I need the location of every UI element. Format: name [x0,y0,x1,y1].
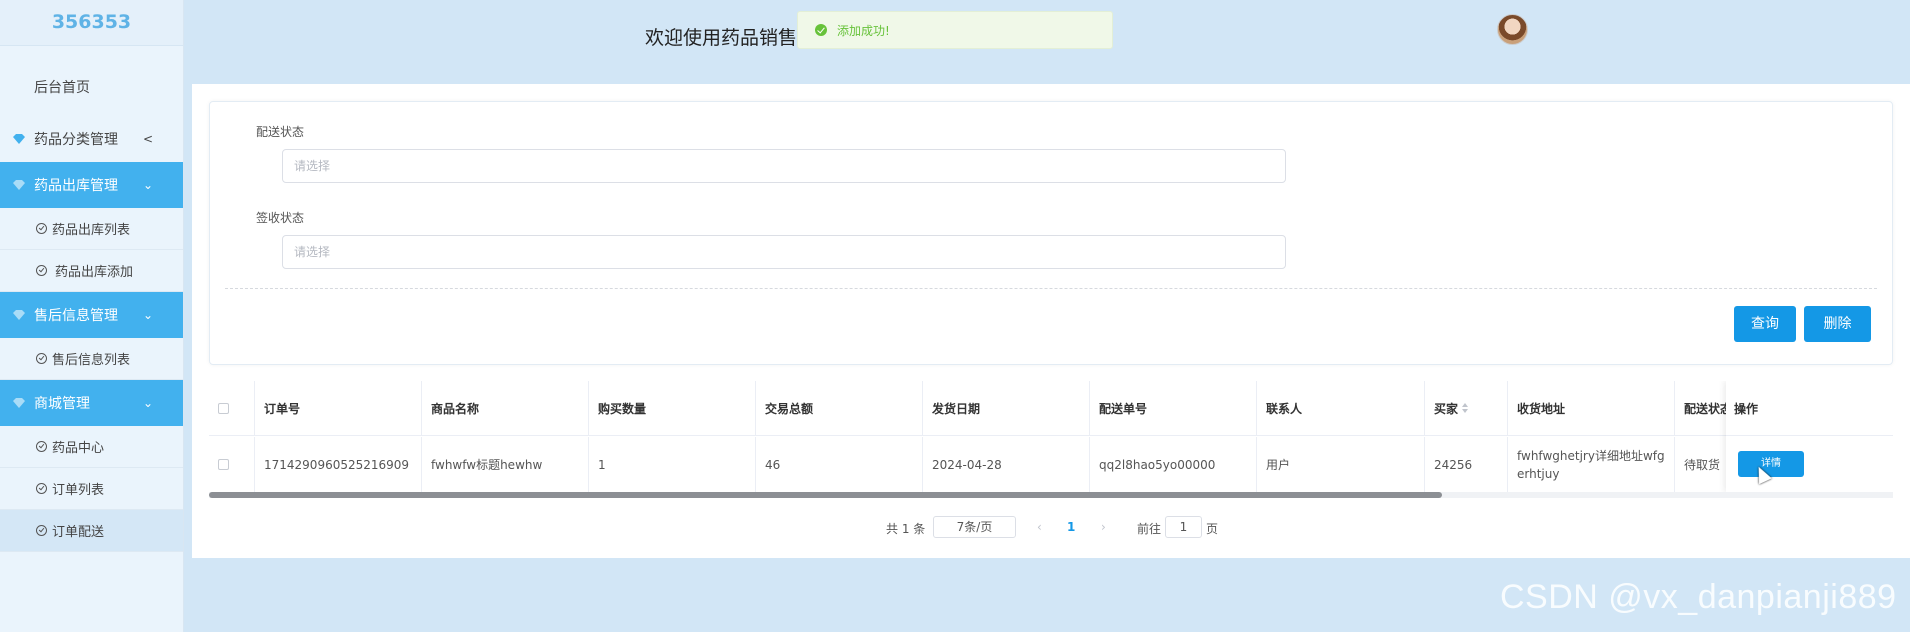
watermark: CSDN @vx_danpianji889 [1500,578,1897,616]
chevron-left-icon: < [142,132,153,146]
scrollbar-thumb[interactable] [209,492,1442,498]
select-all-checkbox[interactable] [218,402,229,414]
diamond-icon [13,180,25,190]
chevron-down-icon: ⌄ [142,178,153,192]
welcome-title: 欢迎使用药品销售 [645,27,798,49]
sidebar-item-label: 订单列表 [52,483,105,498]
chevron-down-icon: ⌄ [142,308,153,322]
sidebar-item-label: 订单配送 [52,525,105,540]
sidebar-group-outbound[interactable]: 药品出库管理 ⌄ [0,162,183,208]
sidebar-group-label: 药品出库管理 [34,178,118,194]
orders-table: 订单号 商品名称 购买数量 交易总额 发货日期 配送单号 联系人 买家 收货地址… [209,381,1893,501]
success-check-icon [815,24,827,36]
delivery-status-select[interactable]: 请选择 [282,149,1286,183]
chevron-down-icon: ⌄ [142,396,153,410]
detail-button[interactable]: 详情 [1738,450,1804,477]
toast-message: 添加成功! [837,23,890,38]
check-circle-icon [36,265,47,276]
cell-address: fwhfwghetjry详细地址wfgerhtjuy [1508,437,1675,492]
main-content: 配送状态 请选择 签收状态 请选择 查询 删除 订单号 商品名称 购买数量 交易… [192,84,1910,558]
prev-page-icon[interactable]: ‹ [1037,520,1042,534]
sidebar-item-outbound-list[interactable]: 药品出库列表 [0,208,183,250]
check-circle-icon [36,483,47,494]
col-order-no: 订单号 [255,381,422,435]
cell-qty: 1 [589,437,756,492]
sidebar-group-label: 商城管理 [34,396,90,412]
col-ship-date: 发货日期 [923,381,1090,435]
success-toast: 添加成功! [797,11,1113,49]
col-total: 交易总额 [756,381,923,435]
delivery-status-label: 配送状态 [256,125,305,139]
col-tracking-no: 配送单号 [1090,381,1257,435]
sidebar-item-order-delivery[interactable]: 订单配送 [0,510,183,552]
table-row: 1714290960525216909 fwhwfw标题hewhw 1 46 2… [209,437,1893,492]
brand-logo: 356353 [0,0,183,46]
pagination-total: 共 1 条 [886,522,926,536]
page-number-current[interactable]: 1 [1067,520,1075,534]
sidebar-group-category[interactable]: 药品分类管理 < [0,116,183,162]
sidebar-group-aftersales[interactable]: 售后信息管理 ⌄ [0,292,183,338]
row-select-cell [209,437,255,492]
goto-prefix: 前往 [1137,522,1162,536]
receipt-status-select[interactable]: 请选择 [282,235,1286,269]
sidebar-item-home[interactable]: 后台首页 [0,46,183,116]
sidebar-group-label: 售后信息管理 [34,308,118,324]
sidebar-item-aftersales-list[interactable]: 售后信息列表 [0,338,183,380]
divider [225,288,1877,289]
col-address: 收货地址 [1508,381,1675,435]
receipt-status-label: 签收状态 [256,211,305,225]
sidebar-item-order-list[interactable]: 订单列表 [0,468,183,510]
page-size-select[interactable]: 7条/页 [933,516,1016,538]
col-buyer-label: 买家 [1434,401,1459,416]
col-buyer[interactable]: 买家 [1425,381,1508,435]
search-form: 配送状态 请选择 签收状态 请选择 查询 删除 [209,101,1893,365]
cell-buyer: 24256 [1425,437,1508,492]
col-product: 商品名称 [422,381,589,435]
delete-button[interactable]: 删除 [1804,306,1871,342]
next-page-icon[interactable]: › [1101,520,1106,534]
query-button[interactable]: 查询 [1734,306,1796,342]
sort-icon[interactable] [1462,403,1469,413]
fixed-actions-column: 操作 详情 [1726,381,1893,492]
col-contact: 联系人 [1257,381,1425,435]
col-qty: 购买数量 [589,381,756,435]
sidebar-item-label: 药品出库列表 [52,223,131,238]
cell-total: 46 [756,437,923,492]
cell-tracking-no: qq2l8hao5yo00000 [1090,437,1257,492]
horizontal-scrollbar[interactable] [209,492,1893,498]
row-checkbox[interactable] [218,459,229,470]
select-all-cell [209,381,255,435]
col-actions: 操作 [1726,381,1893,436]
check-circle-icon [36,223,47,234]
sidebar-item-outbound-add[interactable]: 药品出库添加 [0,250,183,292]
sidebar-item-label: 药品出库添加 [55,265,134,280]
sidebar-item-drug-center[interactable]: 药品中心 [0,426,183,468]
diamond-icon [13,398,25,408]
table-header: 订单号 商品名称 购买数量 交易总额 发货日期 配送单号 联系人 买家 收货地址… [209,381,1893,436]
cell-order-no: 1714290960525216909 [255,437,422,492]
sidebar-group-label: 药品分类管理 [34,132,118,148]
avatar[interactable] [1497,14,1528,45]
cell-ship-date: 2024-04-28 [923,437,1090,492]
diamond-icon [13,310,25,320]
cell-product: fwhwfw标题hewhw [422,437,589,492]
check-circle-icon [36,525,47,536]
cell-contact: 用户 [1257,437,1425,492]
check-circle-icon [36,441,47,452]
check-circle-icon [36,353,47,364]
sidebar: 356353 后台首页 药品分类管理 < 药品出库管理 ⌄ 药品出库列表 药品出… [0,0,184,632]
sidebar-group-mall[interactable]: 商城管理 ⌄ [0,380,183,426]
sidebar-item-label: 药品中心 [52,441,105,456]
diamond-icon [13,134,25,144]
goto-suffix: 页 [1206,522,1219,536]
cell-actions: 详情 [1726,436,1893,491]
sidebar-item-label: 售后信息列表 [52,353,131,368]
goto-page-input[interactable]: 1 [1165,516,1202,538]
